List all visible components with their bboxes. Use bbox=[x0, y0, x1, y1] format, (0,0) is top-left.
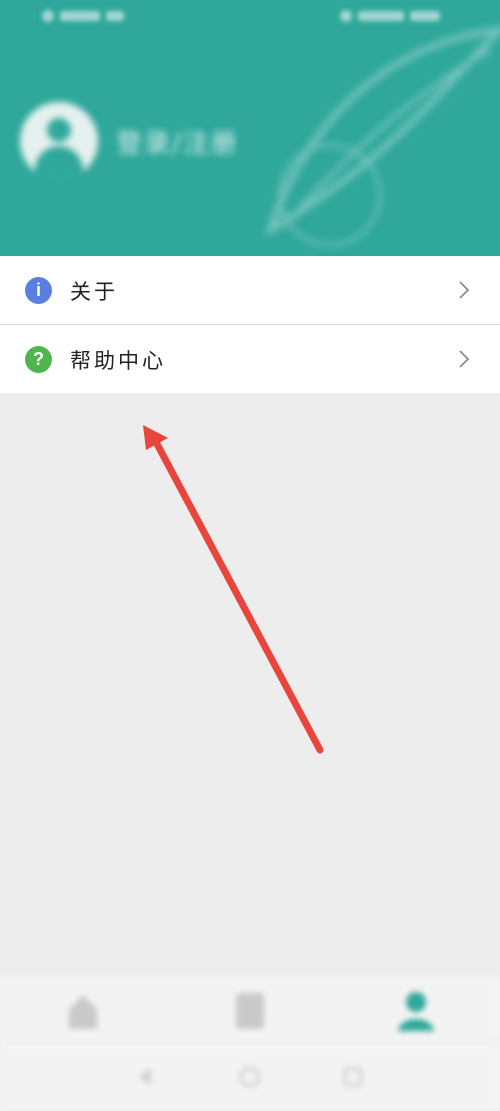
profile-icon[interactable] bbox=[396, 989, 436, 1033]
arrow-head-icon bbox=[143, 425, 168, 450]
profile-header: 登录/注册 bbox=[0, 0, 500, 256]
profile-name[interactable]: 登录/注册 bbox=[116, 123, 239, 160]
help-icon: ? bbox=[25, 346, 52, 373]
system-navigation-bar bbox=[0, 1043, 500, 1111]
menu-item-label: 帮助中心 bbox=[70, 349, 166, 373]
menu-item-about[interactable]: i 关于 bbox=[0, 256, 500, 324]
carrier-icon bbox=[60, 11, 100, 21]
home-button-icon[interactable] bbox=[238, 1065, 262, 1089]
recent-apps-icon[interactable] bbox=[341, 1065, 365, 1089]
info-icon: i bbox=[25, 277, 52, 304]
menu-item-label: 关于 bbox=[70, 280, 118, 304]
app-icon bbox=[106, 11, 124, 21]
back-icon[interactable] bbox=[133, 1065, 157, 1089]
chevron-right-icon bbox=[459, 350, 470, 368]
document-icon[interactable] bbox=[230, 989, 270, 1033]
notification-icon bbox=[42, 10, 54, 22]
login-register[interactable]: 登录/注册 bbox=[20, 102, 239, 180]
bottom-navigation bbox=[0, 977, 500, 1043]
menu-item-help-center[interactable]: ? 帮助中心 bbox=[0, 324, 500, 393]
home-icon[interactable] bbox=[63, 989, 103, 1033]
chevron-right-icon bbox=[459, 281, 470, 299]
leaf-decoration-icon bbox=[264, 26, 500, 247]
settings-menu: i 关于 ? 帮助中心 bbox=[0, 256, 500, 393]
avatar[interactable] bbox=[20, 102, 98, 180]
